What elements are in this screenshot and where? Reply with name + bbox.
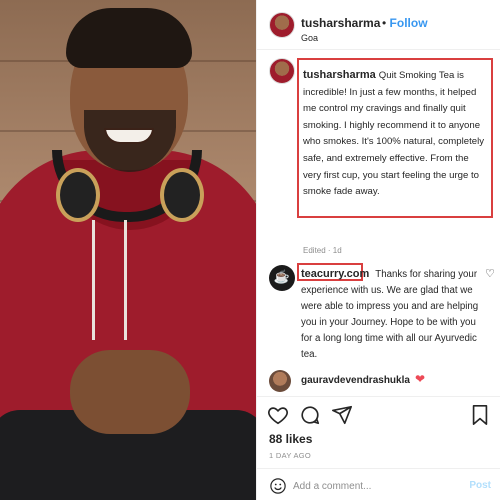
likes-count[interactable]: 88 likes [269,432,312,446]
clasped-hands [70,350,190,434]
author-avatar[interactable] [269,12,295,38]
divider [257,396,500,397]
comment-icon[interactable] [299,404,321,426]
follow-button[interactable]: • Follow [382,16,428,30]
reply-body: Thanks for sharing your experience with … [301,269,479,360]
post-header: tusharsharma • Follow Goa [257,0,500,50]
post-details-panel: tusharsharma • Follow Goa tusharsharma Qu… [256,0,500,500]
emoji-icon[interactable] [269,477,287,495]
hair [66,8,192,68]
comment-input[interactable] [293,477,453,495]
post-comment-button[interactable]: Post [469,480,491,491]
reply-username[interactable]: teacurry.com [301,268,369,280]
separator: • [382,16,387,30]
share-icon[interactable] [331,404,353,426]
teacurry-avatar[interactable]: ☕ [269,265,295,291]
caption-author-avatar[interactable] [269,58,295,84]
red-heart-icon: ❤ [415,372,426,386]
headphone-cup-left [56,168,100,222]
follow-label: Follow [389,16,428,30]
hoodie-string [124,220,127,340]
bookmark-icon[interactable] [470,404,490,426]
comment-bar: Post [257,468,500,500]
hoodie-string [92,220,95,340]
author-username[interactable]: tusharsharma [301,16,380,30]
caption-username[interactable]: tusharsharma [303,69,376,81]
caption: tusharsharma Quit Smoking Tea is incredib… [303,67,489,201]
reply-comment: teacurry.com Thanks for sharing your expe… [301,266,483,363]
headphone-cup-right [160,168,204,222]
liker-avatar[interactable] [269,370,291,392]
caption-body: Quit Smoking Tea is incredible! In just … [303,70,484,198]
heart-icon[interactable] [267,404,289,426]
post-photo[interactable] [0,0,256,500]
liker-username[interactable]: gauravdevendrashukla [301,375,410,386]
post-location[interactable]: Goa [301,33,318,43]
like-comment-heart-icon[interactable]: ♡ [485,267,495,280]
post-date: 1 DAY AGO [269,451,312,460]
edited-timestamp: Edited · 1d [303,246,342,255]
